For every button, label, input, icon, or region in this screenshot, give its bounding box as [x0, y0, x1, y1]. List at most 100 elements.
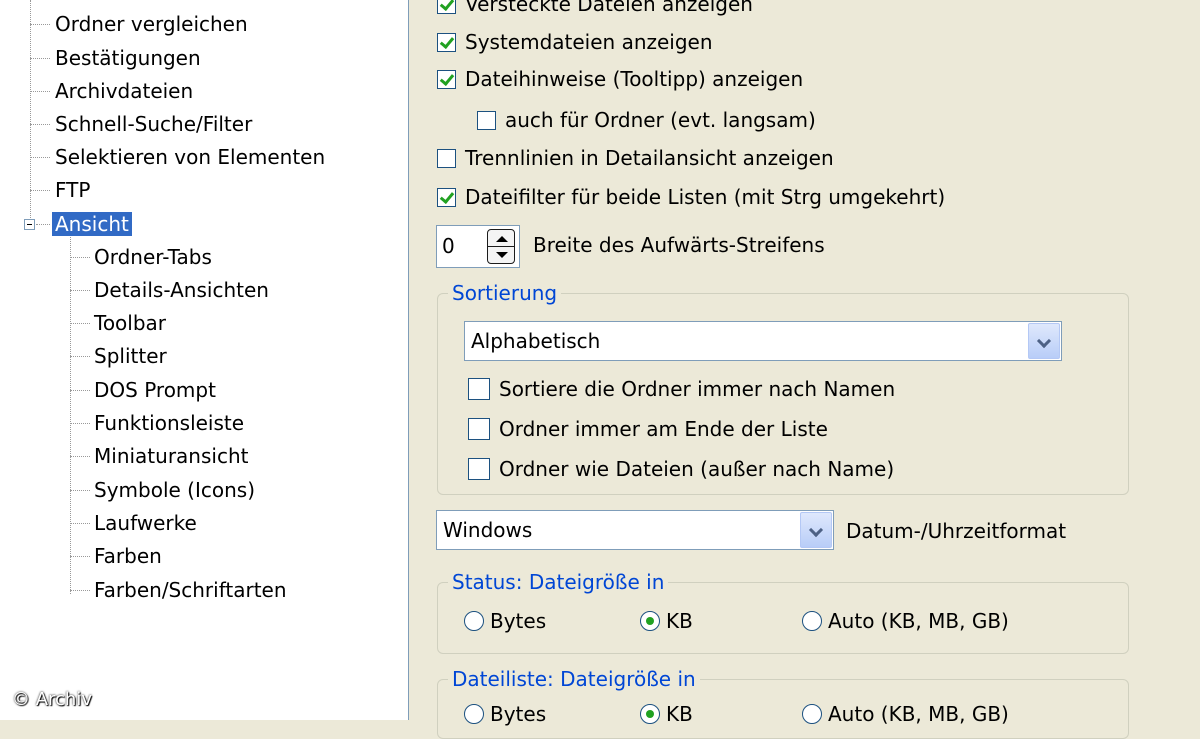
tooltip-folders-checkbox[interactable]: auch für Ordner (evt. langsam): [477, 107, 816, 133]
system-files-checkbox[interactable]: Systemdateien anzeigen: [437, 29, 713, 55]
tree-item-label: Details-Ansichten: [94, 278, 269, 302]
spin-down-icon[interactable]: [487, 246, 515, 264]
radio-label: Auto (KB, MB, GB): [828, 702, 1009, 726]
checkbox-label: Trennlinien in Detailansicht anzeigen: [465, 146, 834, 170]
spinner-value[interactable]: 0: [442, 226, 455, 267]
checkbox-box[interactable]: [477, 110, 496, 130]
tree-item-label: Ansicht: [52, 212, 132, 236]
tree-connector: [30, 157, 50, 158]
file-filter-checkbox[interactable]: Dateifilter für beide Listen (mit Strg u…: [437, 184, 945, 210]
tree-item-toolbar[interactable]: Toolbar: [91, 308, 169, 338]
tree-item-laufwerke[interactable]: Laufwerke: [91, 508, 200, 538]
tree-connector: [30, 0, 31, 222]
tree-item-label: Bestätigungen: [55, 46, 201, 70]
date-format-select[interactable]: Windows: [436, 510, 834, 550]
tree-item-funktionsleiste[interactable]: Funktionsleiste: [91, 408, 247, 438]
checkbox-box[interactable]: [468, 418, 490, 440]
filelist-size-group: Dateiliste: Dateigröße in Bytes KB Auto …: [437, 666, 1129, 739]
status-bytes-radio[interactable]: Bytes: [464, 608, 546, 634]
divider-lines-checkbox[interactable]: Trennlinien in Detailansicht anzeigen: [437, 145, 834, 171]
chevron-down-icon[interactable]: [1028, 323, 1060, 359]
tree-item-archivdateien[interactable]: Archivdateien: [52, 76, 196, 106]
tree-connector: [70, 523, 90, 524]
filelist-kb-radio[interactable]: KB: [640, 701, 693, 727]
radio-circle[interactable]: [640, 704, 660, 724]
radio-circle[interactable]: [640, 611, 660, 631]
checkbox-label: Systemdateien anzeigen: [465, 30, 713, 54]
radio-circle[interactable]: [464, 704, 484, 724]
tree-connector: [70, 456, 90, 457]
tree-item-farben[interactable]: Farben: [91, 541, 165, 571]
checkbox-box[interactable]: [468, 378, 490, 400]
checkbox-label: Sortiere die Ordner immer nach Namen: [499, 377, 896, 401]
up-strip-width-spinner[interactable]: 0: [436, 225, 520, 268]
tree-connector: [70, 390, 90, 391]
folders-like-files-checkbox[interactable]: Ordner wie Dateien (außer nach Name): [468, 456, 894, 482]
tree-item-label: Farben/Schriftarten: [94, 578, 287, 602]
select-value: Alphabetisch: [471, 329, 601, 353]
tree-collapse-icon[interactable]: [24, 219, 35, 230]
sort-folders-by-name-checkbox[interactable]: Sortiere die Ordner immer nach Namen: [468, 376, 895, 402]
sort-order-select[interactable]: Alphabetisch: [464, 321, 1062, 361]
checkbox-label: Versteckte Dateien anzeigen: [465, 0, 753, 16]
settings-tree: Ordner vergleichen Bestätigungen Archivd…: [0, 0, 409, 720]
radio-label: Auto (KB, MB, GB): [828, 609, 1009, 633]
tree-item-ordner-vergleichen[interactable]: Ordner vergleichen: [52, 9, 251, 39]
date-format-label: Datum-/Uhrzeitformat: [846, 519, 1067, 543]
tree-connector: [70, 556, 90, 557]
checkbox-box[interactable]: [437, 32, 456, 52]
tree-item-label: Laufwerke: [94, 511, 197, 535]
radio-label: KB: [666, 702, 693, 726]
filelist-auto-radio[interactable]: Auto (KB, MB, GB): [802, 701, 1009, 727]
tree-connector: [70, 257, 90, 258]
tree-item-label: Ordner-Tabs: [94, 245, 212, 269]
status-auto-radio[interactable]: Auto (KB, MB, GB): [802, 608, 1009, 634]
folders-at-end-checkbox[interactable]: Ordner immer am Ende der Liste: [468, 416, 828, 442]
status-kb-radio[interactable]: KB: [640, 608, 693, 634]
radio-circle[interactable]: [802, 611, 822, 631]
radio-circle[interactable]: [802, 704, 822, 724]
tree-item-symbole[interactable]: Symbole (Icons): [91, 475, 258, 505]
checkbox-box[interactable]: [437, 187, 456, 207]
tree-item-label: Ordner vergleichen: [55, 12, 248, 36]
tree-item-label: Farben: [94, 544, 162, 568]
tree-item-ftp[interactable]: FTP: [52, 175, 93, 205]
checkbox-box[interactable]: [468, 458, 490, 480]
chevron-down-icon[interactable]: [800, 512, 832, 548]
checkbox-label: Dateifilter für beide Listen (mit Strg u…: [465, 185, 946, 209]
options-panel: Versteckte Dateien anzeigen Systemdateie…: [409, 0, 1200, 739]
hidden-files-checkbox[interactable]: Versteckte Dateien anzeigen: [437, 0, 753, 17]
tree-item-splitter[interactable]: Splitter: [91, 341, 170, 371]
tree-connector: [30, 124, 50, 125]
tree-item-ansicht[interactable]: Ansicht: [52, 209, 132, 239]
tree-item-details-ansichten[interactable]: Details-Ansichten: [91, 275, 272, 305]
tree-connector: [30, 91, 50, 92]
radio-label: KB: [666, 609, 693, 633]
tree-connector: [70, 323, 90, 324]
tree-item-label: Schnell-Suche/Filter: [55, 112, 253, 136]
tree-item-label: Funktionsleiste: [94, 411, 245, 435]
tree-item-ordner-tabs[interactable]: Ordner-Tabs: [91, 242, 215, 272]
tree-item-schnell-suche[interactable]: Schnell-Suche/Filter: [52, 109, 255, 139]
spin-up-icon[interactable]: [487, 229, 515, 247]
tree-item-bestaetigungen[interactable]: Bestätigungen: [52, 43, 204, 73]
tree-item-miniaturansicht[interactable]: Miniaturansicht: [91, 441, 251, 471]
tooltip-checkbox[interactable]: Dateihinweise (Tooltipp) anzeigen: [437, 66, 803, 92]
tree-item-selektieren[interactable]: Selektieren von Elementen: [52, 142, 328, 172]
checkbox-box[interactable]: [437, 148, 456, 168]
spinner-label: Breite des Aufwärts-Streifens: [533, 233, 825, 257]
tree-item-farben-schriftarten[interactable]: Farben/Schriftarten: [91, 575, 290, 605]
tree-item-label: FTP: [55, 178, 91, 202]
checkbox-box[interactable]: [437, 69, 456, 89]
tree-item-label: Splitter: [94, 344, 167, 368]
radio-label: Bytes: [490, 702, 547, 726]
tree-connector: [30, 190, 50, 191]
tree-connector: [70, 290, 90, 291]
tree-item-dos-prompt[interactable]: DOS Prompt: [91, 375, 219, 405]
tree-connector: [70, 356, 90, 357]
filelist-bytes-radio[interactable]: Bytes: [464, 701, 546, 727]
tree-item-label: Selektieren von Elementen: [55, 145, 326, 169]
radio-circle[interactable]: [464, 611, 484, 631]
checkbox-label: auch für Ordner (evt. langsam): [505, 108, 816, 132]
checkbox-box[interactable]: [437, 0, 456, 14]
